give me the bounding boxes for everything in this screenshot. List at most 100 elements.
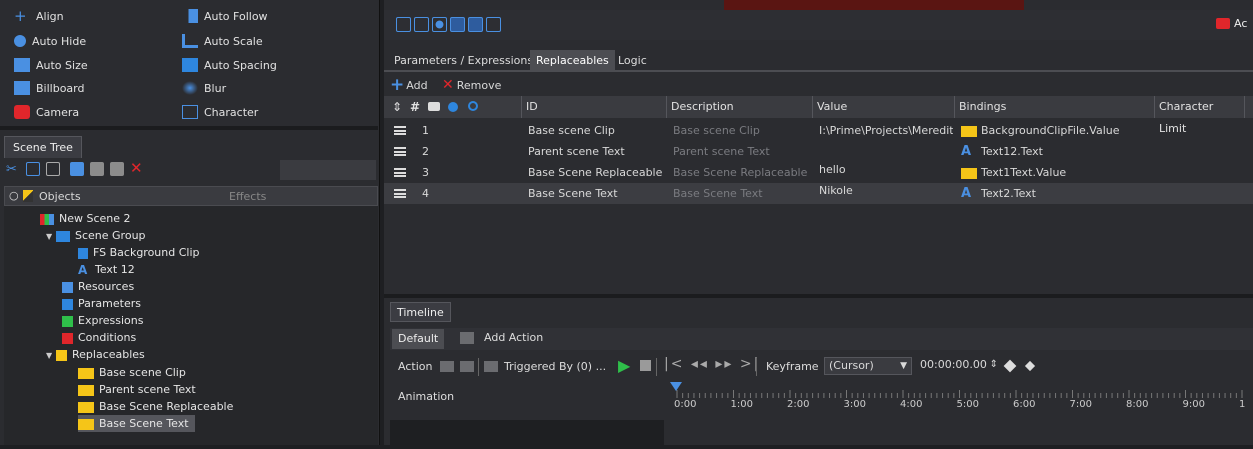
folder-icon bbox=[78, 401, 94, 413]
remove-button[interactable]: ✕ Remove bbox=[442, 77, 501, 93]
drag-handle-icon[interactable] bbox=[394, 126, 406, 135]
tab-timeline[interactable]: Timeline bbox=[390, 302, 451, 322]
toolbox-item-auto-hide[interactable]: Auto Hide bbox=[14, 30, 86, 52]
column-character-limit[interactable]: Character Limit bbox=[1155, 96, 1245, 135]
folder-icon bbox=[78, 367, 94, 379]
spinner-icon[interactable]: ⇕ bbox=[990, 357, 998, 373]
transport-controls-icon[interactable]: |< ◂◂ ▸▸ >| bbox=[664, 356, 760, 372]
playhead-icon[interactable] bbox=[670, 382, 682, 391]
select-icon[interactable] bbox=[396, 17, 411, 32]
tab-scene-tree[interactable]: Scene Tree bbox=[4, 136, 82, 158]
drag-handle-icon[interactable] bbox=[394, 168, 406, 177]
time-input[interactable]: 00:00:00.00 ⇕ bbox=[916, 357, 998, 375]
blur-icon bbox=[182, 81, 198, 95]
drag-handle-icon[interactable] bbox=[394, 189, 406, 198]
record-icon[interactable] bbox=[1216, 18, 1230, 29]
keyframe-remove-icon[interactable] bbox=[1024, 360, 1036, 372]
add-action-icon bbox=[460, 332, 474, 344]
keyframe-label: Keyframe bbox=[766, 360, 819, 373]
grid-icon[interactable] bbox=[450, 17, 465, 32]
toolbox-item-camera[interactable]: Camera bbox=[14, 101, 79, 123]
tree-node-resources[interactable]: Resources bbox=[62, 278, 134, 295]
eraser-icon[interactable] bbox=[428, 102, 440, 111]
column-id[interactable]: ID bbox=[522, 96, 667, 118]
toolbox-item-auto-size[interactable]: Auto Size bbox=[14, 54, 88, 76]
ruler-tick-label: 7:00 bbox=[1069, 399, 1092, 410]
folder-icon bbox=[961, 125, 977, 137]
triggered-by-button[interactable]: Triggered By (0) ... bbox=[504, 360, 606, 373]
unlink-icon[interactable] bbox=[468, 101, 478, 111]
tree-node-new-scene[interactable]: New Scene 2 bbox=[40, 210, 131, 227]
objects-column-header: Objects bbox=[39, 190, 81, 203]
tree-node-expressions[interactable]: Expressions bbox=[62, 312, 143, 329]
stop-icon[interactable] bbox=[640, 360, 651, 371]
link-icon[interactable] bbox=[448, 102, 458, 112]
column-bindings[interactable]: Bindings bbox=[955, 96, 1155, 118]
tab-default[interactable]: Default bbox=[392, 329, 445, 349]
tree-node-base-scene-replaceable[interactable]: Base Scene Replaceable bbox=[78, 398, 233, 415]
hash-icon[interactable]: # bbox=[410, 96, 420, 118]
toolbox-item-auto-spacing[interactable]: Auto Spacing bbox=[182, 54, 277, 76]
tree-node-scene-group[interactable]: ▼ Scene Group bbox=[46, 227, 146, 244]
copy-icon[interactable] bbox=[26, 162, 40, 176]
trigger-icon bbox=[484, 361, 498, 372]
toolbox-item-character[interactable]: Character bbox=[182, 101, 258, 123]
tree-node-base-scene-clip[interactable]: Base scene Clip bbox=[78, 364, 186, 381]
chevron-down-icon[interactable]: ▼ bbox=[46, 347, 56, 364]
tree-node-conditions[interactable]: Conditions bbox=[62, 329, 136, 346]
paste-icon[interactable] bbox=[46, 162, 60, 176]
tree-node-text-12[interactable]: A Text 12 bbox=[78, 261, 135, 278]
plus-icon: + bbox=[14, 7, 27, 25]
tree-node-replaceables[interactable]: ▼ Replaceables bbox=[46, 346, 145, 363]
tree-node-fs-background-clip[interactable]: FS Background Clip bbox=[78, 244, 200, 261]
toolbox-item-billboard[interactable]: Billboard bbox=[14, 77, 84, 99]
safe-area-icon[interactable] bbox=[468, 17, 483, 32]
scene-tree-search[interactable] bbox=[280, 160, 376, 180]
toolbox-item-blur[interactable]: Blur bbox=[182, 77, 226, 99]
tree-node-parameters[interactable]: Parameters bbox=[62, 295, 141, 312]
keyframe-select[interactable]: (Cursor) ▼ bbox=[824, 357, 912, 375]
drag-handle-icon[interactable] bbox=[394, 147, 406, 156]
ruler-tick-label: 2:00 bbox=[787, 399, 810, 410]
lock-icon[interactable] bbox=[23, 190, 33, 202]
action-prev-icon[interactable] bbox=[440, 361, 454, 372]
tree-node-base-scene-text[interactable]: Base Scene Text bbox=[78, 415, 195, 432]
tree-node-parent-scene-text[interactable]: Parent scene Text bbox=[78, 381, 196, 398]
auto-size-icon bbox=[14, 58, 30, 72]
tab-logic[interactable]: Logic bbox=[612, 50, 653, 72]
cut-icon[interactable]: ✂ bbox=[6, 162, 20, 177]
toolbox-item-auto-scale[interactable]: Auto Scale bbox=[182, 30, 263, 52]
play-icon[interactable]: ▶ bbox=[618, 356, 630, 375]
move-up-icon[interactable] bbox=[90, 162, 104, 176]
tab-replaceables[interactable]: Replaceables bbox=[530, 50, 615, 72]
ruler-tick-label: 5:00 bbox=[956, 399, 979, 410]
contrast-icon[interactable] bbox=[432, 17, 447, 32]
toolbox-item-align[interactable]: + Align bbox=[14, 5, 64, 27]
tree-header: ○ Objects Effects bbox=[4, 186, 378, 206]
column-value[interactable]: Value bbox=[813, 96, 955, 118]
animation-label: Animation bbox=[398, 390, 455, 403]
chevron-down-icon[interactable]: ▼ bbox=[46, 228, 56, 245]
frame-icon[interactable] bbox=[486, 17, 501, 32]
character-icon bbox=[182, 105, 198, 119]
plus-icon: + bbox=[390, 75, 405, 95]
add-action-button[interactable]: Add Action bbox=[484, 331, 543, 344]
add-button[interactable]: + Add bbox=[390, 75, 428, 95]
anchor-icon[interactable] bbox=[414, 17, 429, 32]
keyframe-add-icon[interactable] bbox=[1003, 359, 1017, 373]
edit-icon[interactable] bbox=[70, 162, 84, 176]
sort-icon[interactable]: ⇕ bbox=[392, 96, 402, 118]
column-description[interactable]: Description bbox=[667, 96, 813, 118]
toolbox-item-auto-follow[interactable]: Auto Follow bbox=[182, 5, 268, 27]
tab-parameters-expressions[interactable]: Parameters / Expressions bbox=[388, 50, 539, 72]
visibility-icon[interactable]: ○ bbox=[9, 189, 19, 202]
left-panel: + Align Auto Follow Auto Hide Auto Scale … bbox=[0, 0, 380, 445]
action-next-icon[interactable] bbox=[460, 361, 474, 372]
close-icon: ✕ bbox=[442, 77, 454, 93]
move-down-icon[interactable] bbox=[110, 162, 124, 176]
timeline-ruler[interactable]: 0:00 1:00 2:00 3:00 4:00 5:00 6:00 7:00 8:00 9:00… bbox=[670, 382, 1253, 416]
effects-column-header: Effects bbox=[229, 190, 267, 203]
table-row[interactable]: 1 Base scene Clip Base scene Clip I:\Pri… bbox=[384, 120, 1253, 141]
delete-icon[interactable]: ✕ bbox=[130, 161, 144, 176]
table-row-selected[interactable]: 4 Base Scene Text Base Scene Text Nikole… bbox=[384, 183, 1253, 204]
